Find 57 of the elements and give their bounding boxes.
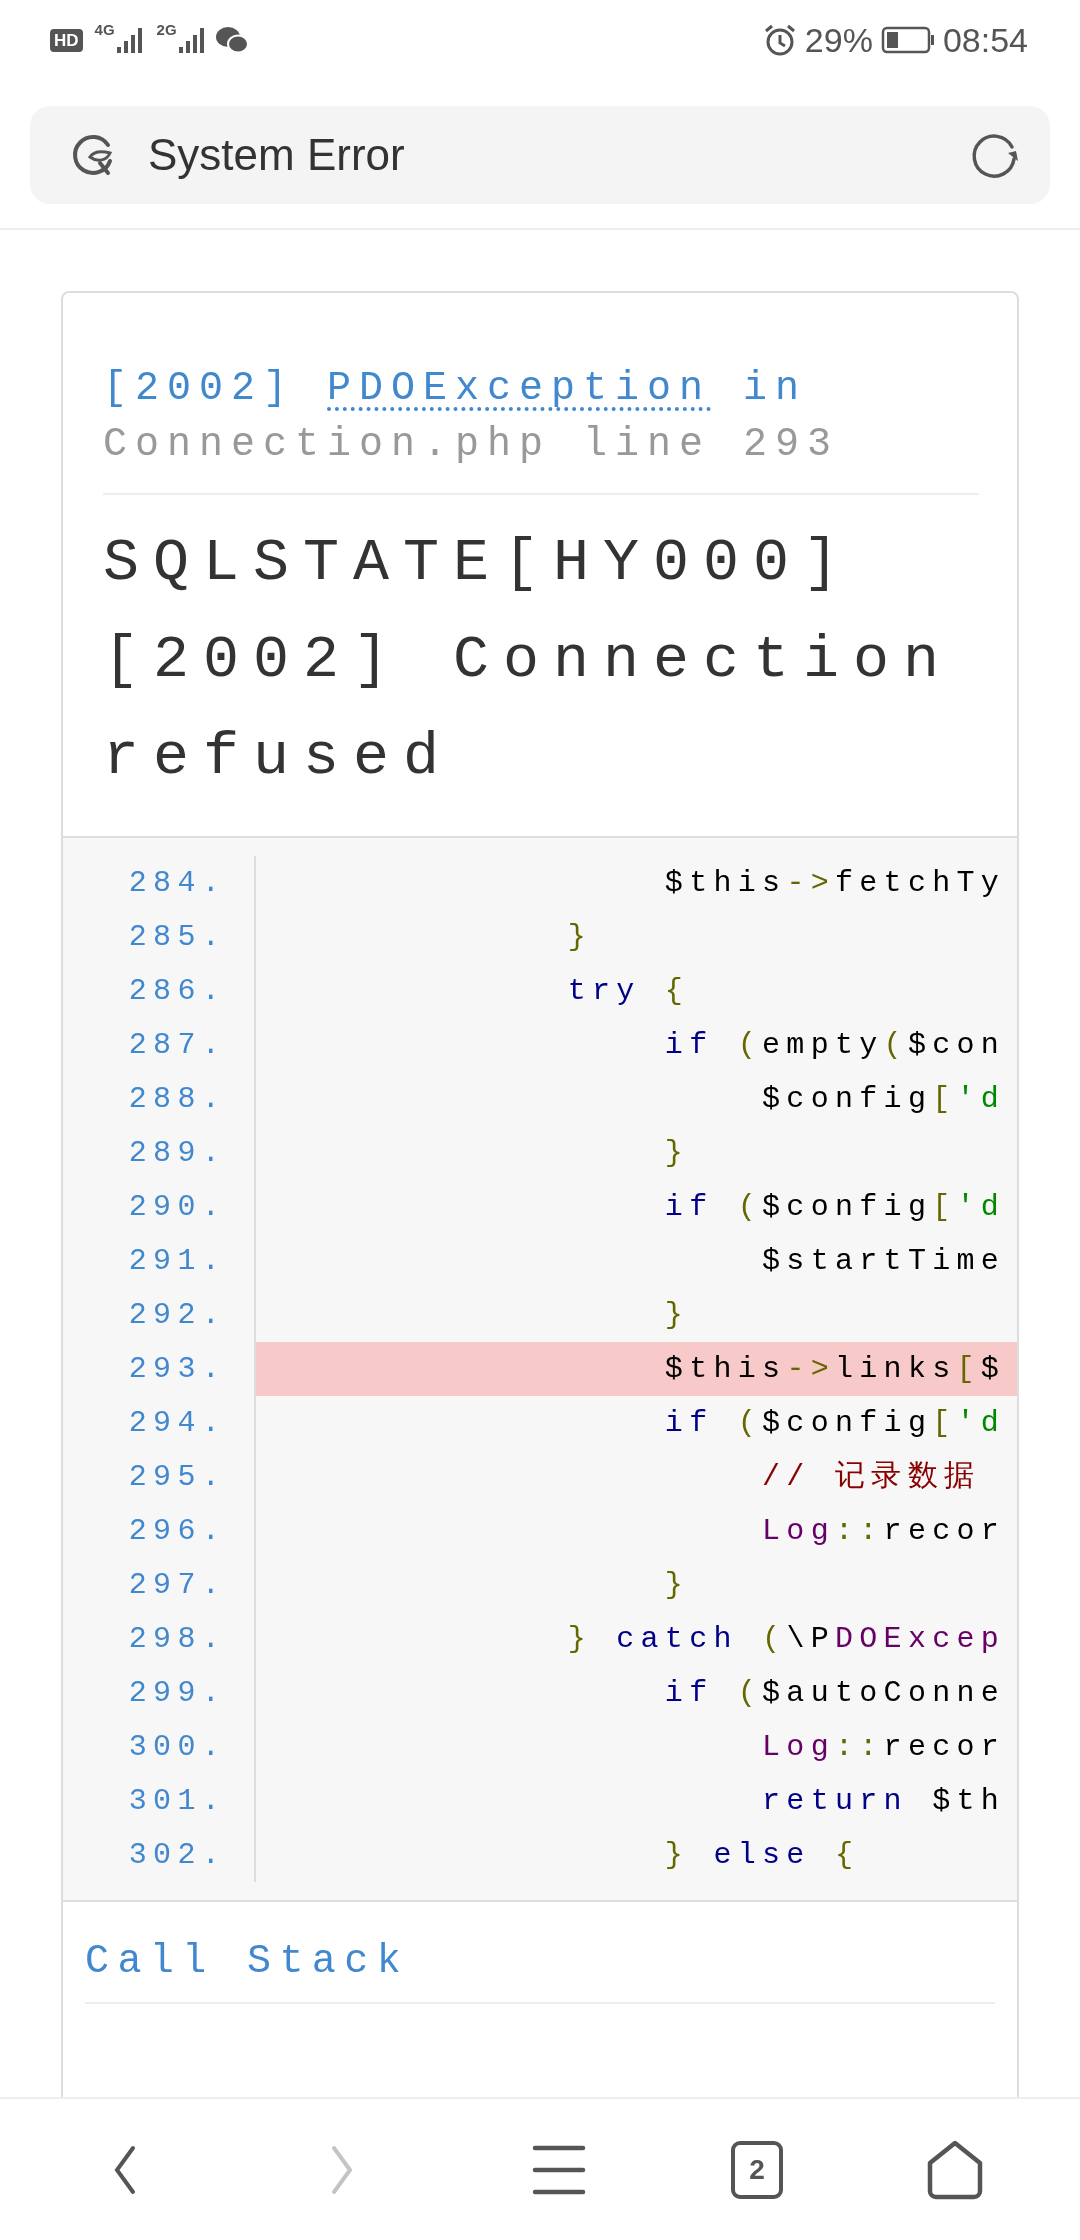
- page-title: System Error: [148, 129, 406, 181]
- line-number: 288.: [63, 1072, 256, 1126]
- code-line: }: [566, 919, 593, 956]
- chevron-right-icon: [329, 2144, 354, 2195]
- exception-link[interactable]: PDOException: [327, 366, 712, 411]
- hd-label: HD: [50, 28, 83, 52]
- code-line: $config['d: [761, 1081, 1007, 1118]
- line-number: 297.: [63, 1558, 256, 1612]
- line-number: 290.: [63, 1180, 256, 1234]
- code-line: }: [663, 1297, 691, 1334]
- code-line: if ($config['d: [663, 1189, 1007, 1226]
- code-line: $startTime: [761, 1243, 1007, 1280]
- line-number: 301.: [63, 1774, 256, 1828]
- line-number: 291.: [63, 1234, 256, 1288]
- battery-icon: [880, 25, 935, 55]
- network-type: 4G: [94, 20, 115, 40]
- chat-bubbles-icon: [214, 25, 249, 55]
- line-number: 286.: [63, 964, 256, 1018]
- line-number: 287.: [63, 1018, 256, 1072]
- signal-icon: [114, 25, 145, 55]
- code-line: try {: [566, 973, 691, 1010]
- line-number: 300.: [63, 1720, 256, 1774]
- line-number: 295.: [63, 1450, 256, 1504]
- alarm-icon: [762, 23, 797, 57]
- line-number: 294.: [63, 1396, 256, 1450]
- code-line: return $th: [761, 1783, 1007, 1820]
- code-line: } catch (\P DOExcep: [566, 1621, 1007, 1658]
- chevron-left-icon: [112, 2144, 137, 2195]
- menu-icon: [531, 2143, 586, 2196]
- clock-time: 08:54: [942, 19, 1028, 61]
- code-line: if (empty($con: [663, 1027, 1007, 1064]
- code-line: if ($autoConne: [663, 1675, 1007, 1712]
- tabs-button[interactable]: 2: [731, 2140, 784, 2199]
- line-number: 302.: [63, 1828, 256, 1882]
- code-line: Log::recor: [761, 1513, 1007, 1550]
- code-line: }: [663, 1567, 691, 1604]
- line-number: 299.: [63, 1666, 256, 1720]
- error-text: in: [743, 366, 808, 411]
- error-code: [2002]: [103, 366, 296, 411]
- network-type: 2G: [156, 20, 177, 40]
- line-number: 298.: [63, 1612, 256, 1666]
- code-line: } else {: [663, 1837, 861, 1874]
- line-number: 292.: [63, 1288, 256, 1342]
- code-line: Log::recor: [761, 1729, 1007, 1766]
- battery-percent: 29%: [804, 19, 873, 61]
- line-number: 289.: [63, 1126, 256, 1180]
- line-number: 285.: [63, 910, 256, 964]
- code-line: if ($config['d: [663, 1405, 1007, 1442]
- code-line: }: [663, 1135, 691, 1172]
- code-line: // 记录数据: [761, 1459, 982, 1496]
- code-line: $this->fetchTy: [663, 865, 1007, 902]
- section-heading: Call Stack: [85, 1938, 995, 2004]
- line-number: 296.: [63, 1504, 256, 1558]
- line-number: 284.: [63, 856, 256, 910]
- error-message: SQLSTATE[HY000] [2002] Connection refused: [103, 528, 955, 793]
- signal-icon: [176, 25, 207, 55]
- address-bar[interactable]: System Error: [30, 106, 1050, 204]
